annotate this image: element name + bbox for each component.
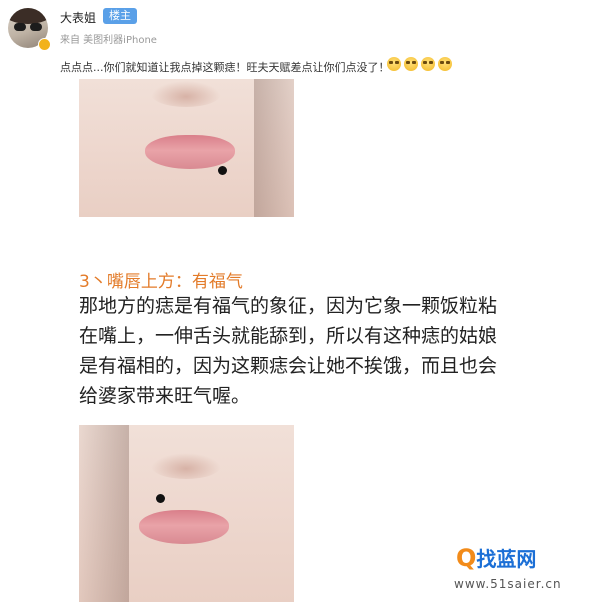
body-line: 在嘴上，一伸舌头就能舔到，所以有这种痣的姑娘 [79,325,498,347]
watermark: Q找蓝网 www.51saier.cn [448,543,598,599]
shy-face-emoji-icon [387,57,401,71]
owner-badge: 楼主 [103,8,137,24]
photo-shadow [79,425,129,602]
shy-face-emoji-icon [404,57,418,71]
mole-marker [156,494,165,503]
body-line: 是有福相的，因为这颗痣会让她不挨饿，而且也会 [79,355,498,377]
shy-face-emoji-icon [421,57,435,71]
comment-text: 点点点...你们就知道让我点掉这颗痣！旺夫天赋差点让你们点没了！ [60,61,390,74]
sunglasses-icon [14,23,42,31]
photo-lips [145,135,235,169]
shy-face-emoji-icon [438,57,452,71]
photo-shadow [254,79,294,217]
verified-badge-icon [38,38,51,51]
body-line: 那地方的痣是有福气的象征，因为它象一颗饭粒粘 [79,295,498,317]
face-photo-mole-chin[interactable] [79,79,294,217]
photo-lips [139,510,229,544]
watermark-logo: Q找蓝网 [456,543,536,572]
face-photo-mole-lip[interactable] [79,425,294,602]
emoji-row [387,57,455,73]
watermark-logo-text: 找蓝网 [476,547,537,571]
avatar-hair [8,8,48,24]
body-line: 给婆家带来旺气喔。 [79,385,251,407]
q-logo-icon: Q [456,544,477,572]
photo-nose [151,453,221,479]
post-source: 来自 美图利器iPhone [60,35,157,46]
section-title: 3丶嘴唇上方：有福气 [79,272,243,292]
mole-marker [218,166,227,175]
username[interactable]: 大表姐 [60,9,96,26]
post-header: 大表姐 楼主 来自 美图利器iPhone [0,0,600,52]
article-body: 那地方的痣是有福气的象征，因为它象一颗饭粒粘 在嘴上，一伸舌头就能舔到，所以有这… [79,291,599,411]
photo-nose [151,81,221,107]
watermark-url: www.51saier.cn [454,577,562,591]
